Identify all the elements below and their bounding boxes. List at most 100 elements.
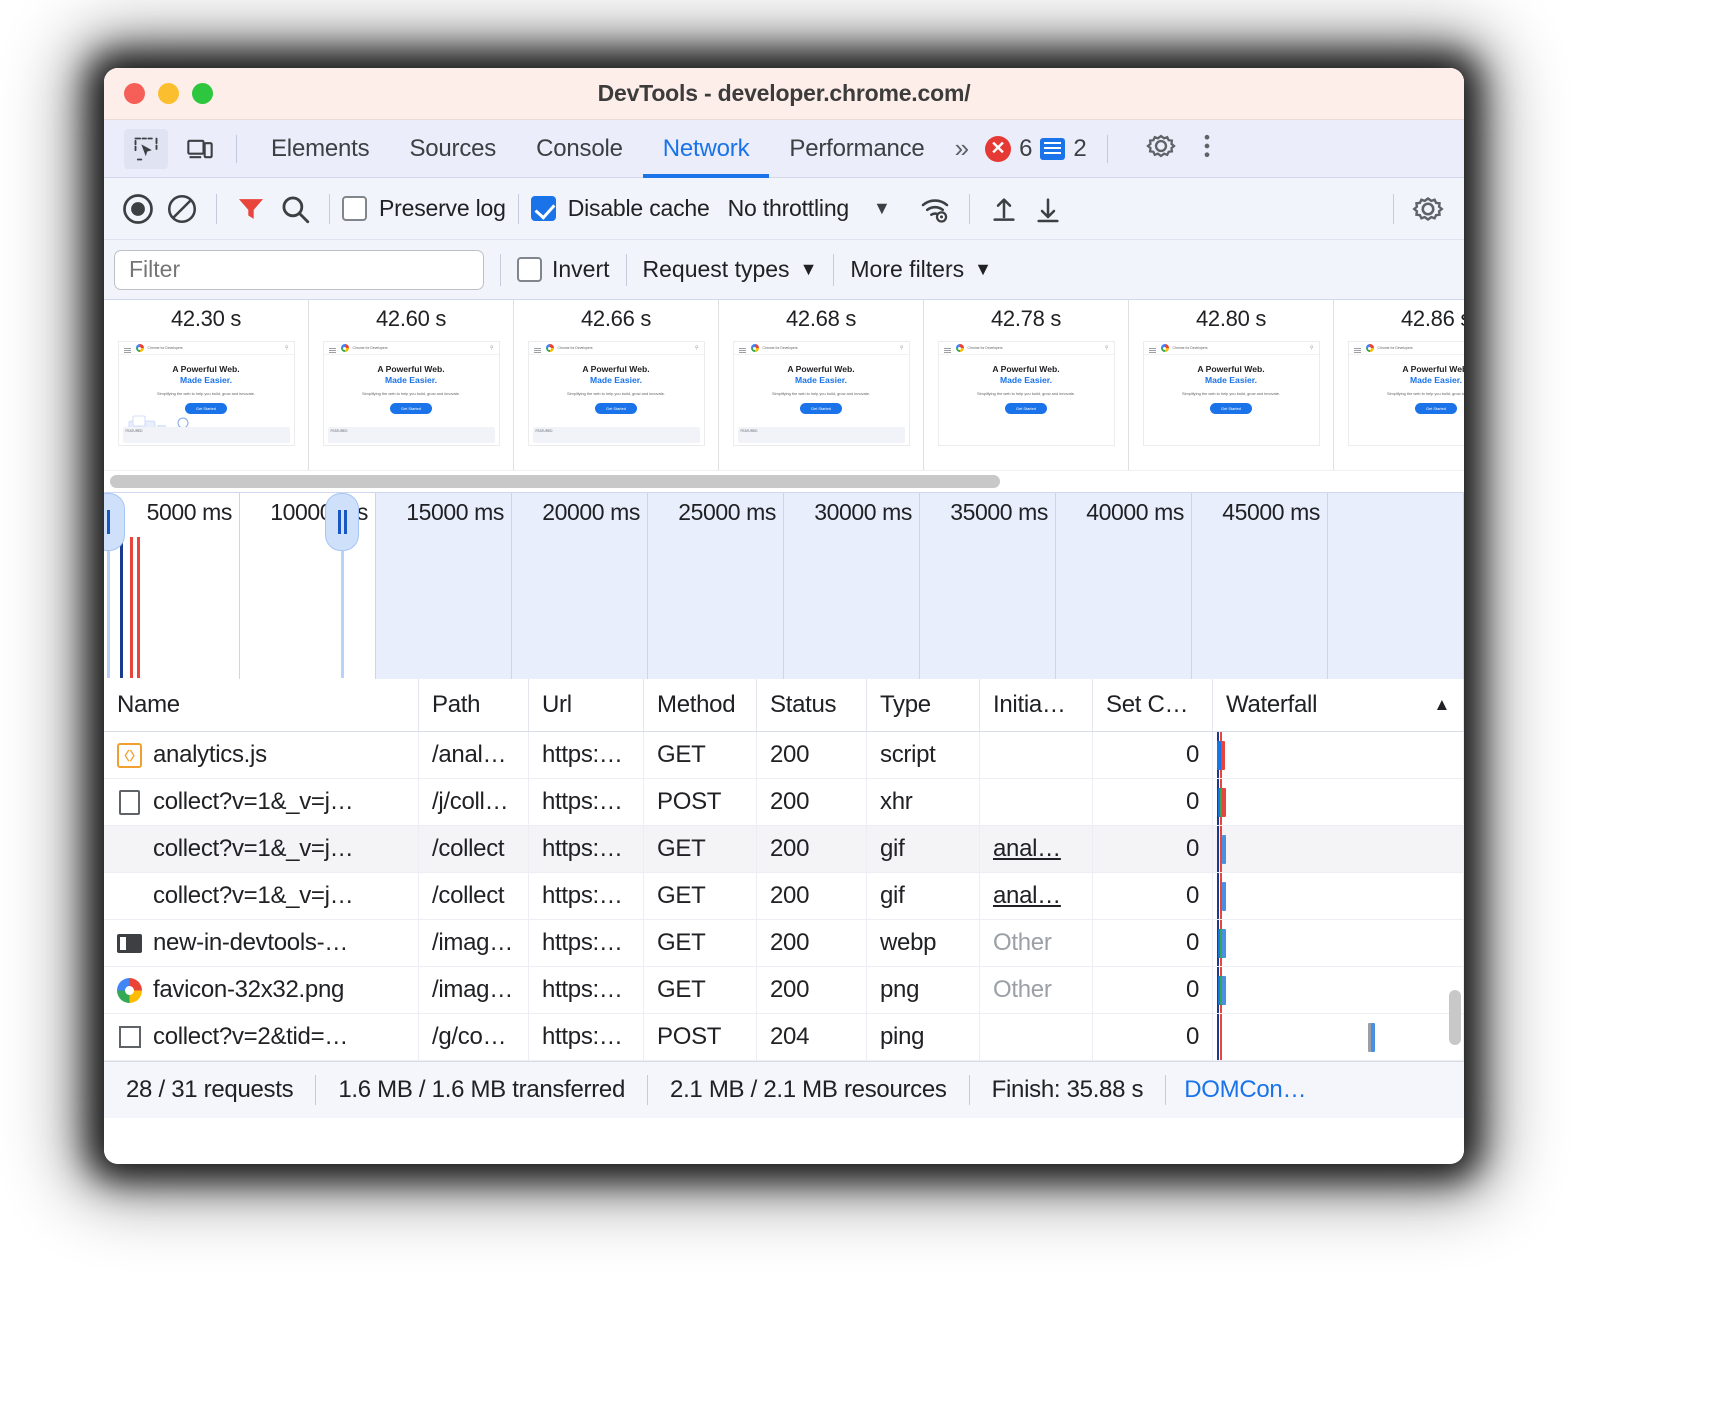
filmstrip-frame[interactable]: 42.78 sChrome for Developers⚲A Powerful …	[924, 300, 1129, 470]
thumb-headline: A Powerful Web.	[324, 364, 499, 374]
cell-name[interactable]: collect?v=1&_v=j…	[104, 779, 419, 825]
kebab-menu-icon[interactable]	[1192, 131, 1222, 166]
chevron-down-icon[interactable]: ▼	[873, 198, 891, 219]
record-button-icon[interactable]	[116, 187, 160, 231]
filmstrip-thumbnail[interactable]: Chrome for Developers⚲A Powerful Web.Mad…	[938, 341, 1115, 446]
filmstrip-frame[interactable]: 42.60 sChrome for Developers⚲A Powerful …	[309, 300, 514, 470]
more-filters-dropdown[interactable]: More filters ▼	[850, 256, 992, 283]
filmstrip-thumbnail[interactable]: Chrome for Developers⚲A Powerful Web.Mad…	[528, 341, 705, 446]
column-header-method[interactable]: Method	[644, 679, 757, 731]
inspect-element-icon[interactable]	[124, 129, 168, 169]
tab-console[interactable]: Console	[516, 120, 643, 178]
filmstrip-frame[interactable]: 42.80 sChrome for Developers⚲A Powerful …	[1129, 300, 1334, 470]
cell-status: 200	[757, 732, 867, 778]
selection-right-handle[interactable]	[325, 493, 359, 551]
filmstrip-thumbnail[interactable]: Chrome for Developers⚲A Powerful Web.Mad…	[733, 341, 910, 446]
tab-network[interactable]: Network	[643, 120, 770, 178]
filmstrip-thumbnail[interactable]: Chrome for Developers⚲A Powerful Web.Mad…	[1143, 341, 1320, 446]
cell-name[interactable]: favicon-32x32.png	[104, 967, 419, 1013]
tab-performance[interactable]: Performance	[769, 120, 944, 178]
device-toolbar-icon[interactable]	[178, 129, 222, 169]
filmstrip-thumbnail[interactable]: Chrome for Developers⚲A Powerful Web.Mad…	[1348, 341, 1465, 446]
warning-message-icon[interactable]	[1040, 138, 1065, 160]
table-row[interactable]: 〈〉analytics.js/anal…https:…GET200script0	[104, 732, 1464, 779]
network-conditions-icon[interactable]	[913, 187, 957, 231]
throttling-select[interactable]: No throttling	[728, 195, 849, 222]
cell-name[interactable]: collect?v=1&_v=j…	[104, 826, 419, 872]
column-header-url[interactable]: Url	[529, 679, 644, 731]
cell-method: GET	[644, 826, 757, 872]
search-icon: ⚲	[1105, 345, 1109, 351]
cell-initiator[interactable]: anal…	[980, 826, 1093, 872]
cell-set-cookies: 0	[1093, 873, 1213, 919]
error-count-icon[interactable]: ✕	[985, 136, 1011, 162]
waterfall-bars	[1213, 1014, 1463, 1060]
export-har-icon[interactable]	[1026, 187, 1070, 231]
gear-icon[interactable]	[1144, 129, 1178, 168]
request-types-dropdown[interactable]: Request types ▼	[643, 256, 818, 283]
table-vscrollbar-thumb[interactable]	[1449, 990, 1461, 1045]
table-row[interactable]: new-in-devtools-…/imag…https:…GET200webp…	[104, 920, 1464, 967]
waterfall-load-line	[1220, 1014, 1222, 1060]
column-header-initiator[interactable]: Initia…	[980, 679, 1093, 731]
column-header-status[interactable]: Status	[757, 679, 867, 731]
column-header-setcookies[interactable]: Set C…	[1093, 679, 1213, 731]
invert-checkbox[interactable]: Invert	[517, 256, 610, 283]
cell-initiator: Other	[980, 920, 1093, 966]
more-tabs-icon[interactable]: »	[955, 133, 965, 164]
thumb-navbar: Chrome for Developers⚲	[324, 342, 499, 355]
selection-left-handle[interactable]	[104, 493, 125, 551]
preserve-log-checkbox[interactable]: Preserve log	[342, 195, 506, 222]
filmstrip-frame[interactable]: 42.86 sChrome for Developers⚲A Powerful …	[1334, 300, 1464, 470]
table-row[interactable]: favicon-32x32.png/imag…https:…GET200pngO…	[104, 967, 1464, 1014]
overview-timeline[interactable]: 5000 ms10000 ms15000 ms20000 ms25000 ms3…	[104, 492, 1464, 678]
toolbar-divider-3	[518, 194, 519, 224]
clear-network-log-icon[interactable]	[160, 187, 204, 231]
cell-type: xhr	[867, 779, 980, 825]
column-header-name[interactable]: Name	[104, 679, 419, 731]
filmstrip-thumbnail[interactable]: Chrome for Developers⚲A Powerful Web.Mad…	[118, 341, 295, 446]
table-row[interactable]: collect?v=1&_v=j…/collecthttps:…GET200gi…	[104, 826, 1464, 873]
table-row[interactable]: collect?v=2&tid=…/g/co…https:…POST204pin…	[104, 1014, 1464, 1061]
filmstrip-frame[interactable]: 42.30 sChrome for Developers⚲A Powerful …	[104, 300, 309, 470]
cell-url: https:…	[529, 873, 644, 919]
devtools-tabbar: Elements Sources Console Network Perform…	[104, 120, 1464, 178]
disable-cache-checkbox[interactable]: Disable cache	[531, 195, 710, 222]
thumb-subhead: Made Easier.	[939, 375, 1114, 385]
thumb-featured-section: FEATURED	[738, 427, 905, 443]
tab-sources[interactable]: Sources	[389, 120, 516, 178]
network-settings-gear-icon[interactable]	[1406, 187, 1450, 231]
filmstrip-frame[interactable]: 42.68 sChrome for Developers⚲A Powerful …	[719, 300, 924, 470]
filmstrip-hscrollbar-thumb[interactable]	[110, 475, 1000, 488]
preserve-log-box[interactable]	[342, 196, 367, 221]
filmstrip-thumbnail[interactable]: Chrome for Developers⚲A Powerful Web.Mad…	[323, 341, 500, 446]
filter-funnel-icon[interactable]	[229, 187, 273, 231]
import-har-icon[interactable]	[982, 187, 1026, 231]
cell-type: gif	[867, 826, 980, 872]
cell-name[interactable]: 〈〉analytics.js	[104, 732, 419, 778]
thumb-subhead: Made Easier.	[119, 375, 294, 385]
cell-initiator[interactable]: anal…	[980, 873, 1093, 919]
search-input[interactable]	[114, 250, 484, 290]
thumb-brand: Chrome for Developers	[1378, 346, 1413, 350]
column-header-waterfall[interactable]: Waterfall▲	[1213, 679, 1464, 731]
filmstrip-frame[interactable]: 42.66 sChrome for Developers⚲A Powerful …	[514, 300, 719, 470]
search-icon[interactable]	[273, 187, 317, 231]
cell-name[interactable]: collect?v=2&tid=…	[104, 1014, 419, 1060]
cell-name[interactable]: new-in-devtools-…	[104, 920, 419, 966]
table-row[interactable]: collect?v=1&_v=j…/collecthttps:…GET200gi…	[104, 873, 1464, 920]
invert-label: Invert	[552, 256, 610, 283]
tab-elements[interactable]: Elements	[251, 120, 389, 178]
column-header-path[interactable]: Path	[419, 679, 529, 731]
column-header-type[interactable]: Type	[867, 679, 980, 731]
table-row[interactable]: collect?v=1&_v=j…/j/coll…https:…POST200x…	[104, 779, 1464, 826]
disable-cache-box[interactable]	[531, 196, 556, 221]
cell-method: GET	[644, 873, 757, 919]
invert-box[interactable]	[517, 257, 542, 282]
thumb-featured-label: FEATURED	[331, 429, 495, 433]
cell-name[interactable]: collect?v=1&_v=j…	[104, 873, 419, 919]
thumb-subhead: Made Easier.	[1349, 375, 1465, 385]
cell-url: https:…	[529, 826, 644, 872]
filmstrip-hscrollbar-track[interactable]	[104, 470, 1464, 492]
request-name: collect?v=1&_v=j…	[153, 882, 353, 910]
